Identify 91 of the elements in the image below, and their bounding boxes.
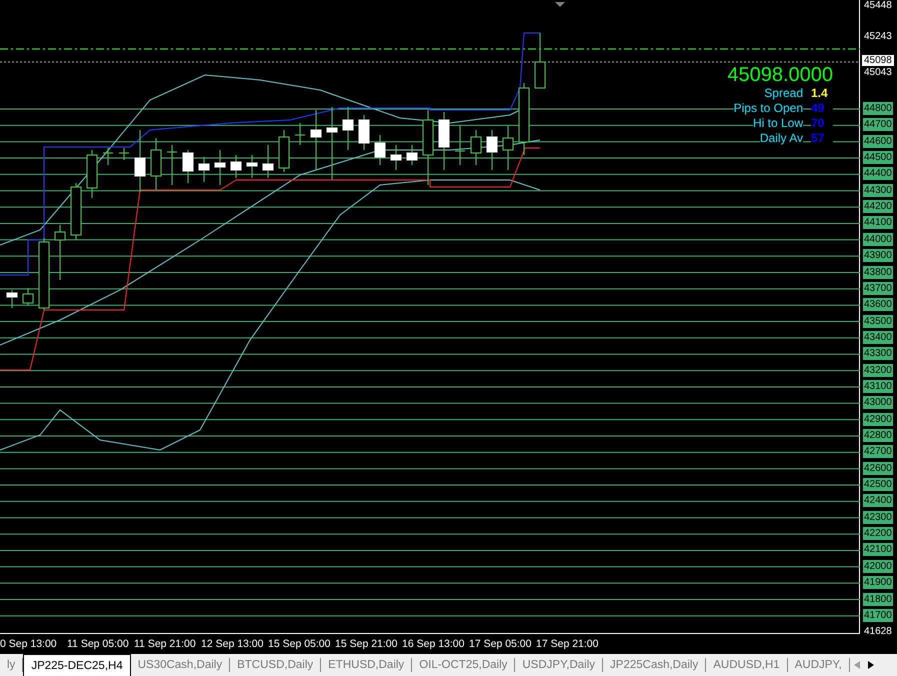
price-level-label: 43300 <box>863 347 893 360</box>
candle <box>358 114 370 150</box>
time-axis-label: 12 Sep 13:00 <box>201 638 264 650</box>
price-level-label: 42900 <box>863 412 893 426</box>
price-level-label: 42200 <box>863 527 893 540</box>
chart-tab[interactable]: JP225-DEC25,H4 <box>23 654 131 676</box>
candle <box>118 148 130 160</box>
price-scale-label: 41628 <box>864 626 892 637</box>
candle <box>6 290 18 308</box>
price-level-label: 42500 <box>863 478 893 492</box>
price-level-label: 44400 <box>863 167 893 180</box>
candle <box>22 288 34 306</box>
time-axis-label: 15 Sep 05:00 <box>268 638 332 650</box>
candle <box>342 106 354 150</box>
price-reading: 45098.0000 <box>727 64 833 86</box>
candle <box>470 130 482 166</box>
price-level-label: 43100 <box>863 380 893 393</box>
price-level-label: 44600 <box>863 134 893 148</box>
candle <box>150 138 162 190</box>
price-level-label: 41700 <box>863 608 893 622</box>
price-level-label: 42600 <box>863 462 893 475</box>
candle <box>486 130 498 170</box>
candle <box>198 156 210 182</box>
candle <box>438 112 450 170</box>
price-level-label: 44100 <box>863 216 893 230</box>
candle <box>230 154 242 178</box>
price-level-label: 43000 <box>863 396 893 410</box>
price-level-label: 44200 <box>863 200 893 214</box>
time-axis-label: 0 Sep 13:00 <box>0 638 58 650</box>
price-level-label: 42800 <box>863 429 893 442</box>
candle <box>102 148 114 166</box>
price-scale-label: 45448 <box>864 0 892 11</box>
candle <box>86 150 98 198</box>
price-scale-label: 45243 <box>864 31 892 42</box>
price-level-label: 42700 <box>863 445 893 458</box>
chart-tab[interactable]: ETHUSD,Daily <box>321 658 412 672</box>
candle <box>214 150 226 186</box>
time-axis-label: 11 Sep 05:00 <box>67 638 130 650</box>
price-level-label: 41900 <box>863 576 893 590</box>
price-level-label: 42000 <box>863 560 893 573</box>
price-level-label: 43200 <box>863 364 893 377</box>
price-level-label: 42400 <box>863 494 893 508</box>
price-level-label: 43600 <box>863 298 893 312</box>
candle <box>374 134 386 166</box>
info-label: Daily Av <box>760 131 803 146</box>
scroll-right-icon[interactable] <box>868 661 874 669</box>
price-level-label: 44800 <box>863 102 893 115</box>
price-level-label: 42100 <box>863 543 893 556</box>
price-level-label: 43700 <box>863 282 893 295</box>
candle <box>278 130 290 172</box>
chart-tab[interactable]: AUDJPY, <box>788 658 850 672</box>
chart-tab[interactable]: BTCUSD,Daily <box>230 658 322 672</box>
candle <box>454 124 466 166</box>
price-level-label: 43400 <box>863 330 893 344</box>
time-axis-label: 15 Sep 21:00 <box>335 638 398 650</box>
info-label: Spread <box>764 86 803 101</box>
candle <box>54 224 66 280</box>
price-level-label: 41800 <box>863 592 893 606</box>
time-axis-label: 17 Sep 05:00 <box>469 638 532 650</box>
shift-marker-icon <box>555 2 565 7</box>
price-level-label: 42300 <box>863 510 893 524</box>
chart-tab[interactable]: JP225Cash,Daily <box>603 658 706 672</box>
price-level-label: 43800 <box>863 266 893 278</box>
candle <box>166 144 178 186</box>
candle <box>262 144 274 178</box>
time-axis-label: 17 Sep 21:00 <box>536 638 600 650</box>
candle <box>502 124 514 170</box>
current-price-label: 45098 <box>862 55 894 66</box>
price-level-label: 44500 <box>863 151 893 164</box>
chart-tab[interactable]: US30Cash,Daily <box>130 658 230 672</box>
price-level-label: 44300 <box>863 184 893 197</box>
candle <box>534 32 546 88</box>
chart-tab[interactable]: AUDUSD,H1 <box>706 658 788 672</box>
price-level-label: 43900 <box>863 249 893 262</box>
time-axis-label: 16 Sep 13:00 <box>402 638 466 650</box>
time-axis-label: 11 Sep 21:00 <box>134 638 197 650</box>
candle <box>294 122 306 146</box>
candle <box>70 182 82 240</box>
price-scale-label: 45043 <box>864 67 892 78</box>
candle <box>246 154 258 178</box>
price-level-label: 43500 <box>863 314 893 328</box>
candle <box>310 110 322 170</box>
chart-tab[interactable]: OIL-OCT25,Daily <box>412 658 516 672</box>
candle <box>182 150 194 184</box>
candle <box>134 130 146 192</box>
chart-tab[interactable]: USDJPY,Daily <box>515 658 604 672</box>
price-level-label: 44700 <box>863 118 893 132</box>
candle <box>406 144 418 166</box>
candle <box>390 144 402 170</box>
info-label: Pips to Open <box>734 101 803 116</box>
price-level-label: 44000 <box>863 232 893 246</box>
